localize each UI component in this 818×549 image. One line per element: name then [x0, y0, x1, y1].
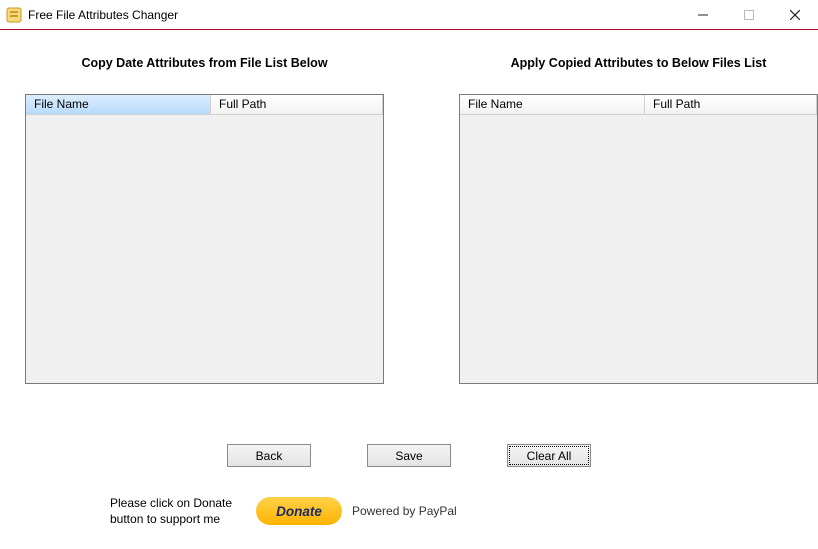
donate-button[interactable]: Donate — [256, 497, 342, 525]
source-col-full-path[interactable]: Full Path — [211, 95, 383, 115]
lists-container: File Name Full Path File Name Full Path — [0, 94, 818, 384]
target-column-row: File Name Full Path — [460, 95, 817, 115]
paypal-powered-by: Powered by PayPal — [352, 504, 457, 518]
action-button-row: Back Save Clear All — [0, 444, 818, 467]
clear-all-button[interactable]: Clear All — [507, 444, 591, 467]
target-list-header: Apply Copied Attributes to Below Files L… — [459, 56, 818, 70]
maximize-button[interactable] — [726, 0, 772, 29]
target-file-list[interactable]: File Name Full Path — [459, 94, 818, 384]
source-col-file-name[interactable]: File Name — [26, 95, 211, 115]
minimize-button[interactable] — [680, 0, 726, 29]
source-file-list[interactable]: File Name Full Path — [25, 94, 384, 384]
close-button[interactable] — [772, 0, 818, 29]
window-title: Free File Attributes Changer — [28, 8, 178, 22]
target-col-full-path[interactable]: Full Path — [645, 95, 817, 115]
titlebar: Free File Attributes Changer — [0, 0, 818, 30]
source-list-header: Copy Date Attributes from File List Belo… — [25, 56, 384, 70]
section-headers: Copy Date Attributes from File List Belo… — [0, 30, 818, 70]
target-col-file-name[interactable]: File Name — [460, 95, 645, 115]
save-button[interactable]: Save — [367, 444, 451, 467]
source-column-row: File Name Full Path — [26, 95, 383, 115]
donate-prompt: Please click on Donate button to support… — [110, 495, 240, 527]
window-controls — [680, 0, 818, 29]
back-button[interactable]: Back — [227, 444, 311, 467]
donate-row: Please click on Donate button to support… — [110, 495, 818, 527]
app-icon — [6, 7, 22, 23]
